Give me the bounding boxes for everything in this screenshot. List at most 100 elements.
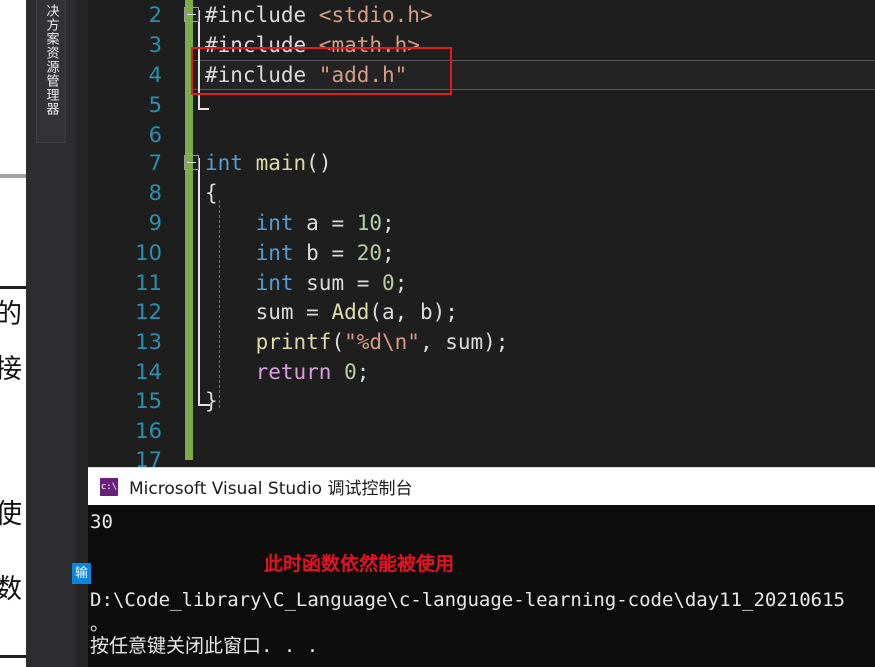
code-token: <stdio.h> [318,3,433,27]
line-number: 4 [148,63,162,87]
code-token: 20 [356,241,383,265]
line-number: 11 [135,271,162,295]
code-token: #include [205,63,319,87]
code-line[interactable]: 13 printf("%d\n", sum); [88,327,875,357]
code-token: } [205,389,218,413]
console-output-line: D:\Code_library\C_Language\c-language-le… [90,589,845,611]
line-number: 5 [148,93,162,117]
code-text: return 0; [205,357,370,387]
code-line[interactable]: 14 return 0; [88,357,875,387]
code-line[interactable]: 15} [88,386,875,416]
solution-explorer-tab-label: 决方案资源管理器 [43,4,59,116]
line-number: 3 [148,33,162,57]
code-text: int b = 20; [205,238,395,268]
code-line[interactable]: 5 [88,90,875,120]
code-text: #include "add.h" [205,60,407,90]
code-token: "add.h" [318,63,408,87]
code-text: #include <math.h> [205,30,420,60]
code-text: #include <stdio.h> [205,0,433,30]
code-token: 10 [356,211,383,235]
background-document-char: 的 [0,300,22,330]
line-number: 2 [148,3,162,27]
background-document-strip [0,0,26,667]
code-token: b = [293,241,357,265]
code-text: int main() [205,148,331,178]
code-token: a = [293,211,357,235]
code-token: main [255,151,307,175]
background-document-char: 使 [0,500,22,530]
line-number: 8 [148,181,162,205]
code-line[interactable]: 12 sum = Add(a, b); [88,297,875,327]
console-icon-glyph: c:\ [100,481,118,492]
code-token: #include [205,33,319,57]
code-token: () [306,151,332,175]
ime-indicator-label: 输 [74,566,88,581]
code-line[interactable]: 16 [88,416,875,446]
solution-explorer-autohide-tab[interactable]: 决方案资源管理器 [36,0,66,143]
line-number: 6 [148,123,162,147]
line-number: 10 [135,241,162,265]
code-text: int sum = 0; [205,268,408,298]
code-line[interactable]: 2 #include <stdio.h> [88,0,875,30]
code-token: 0 [382,271,395,295]
code-token: ; [382,241,395,265]
line-number: 15 [135,389,162,413]
fold-collapse-icon[interactable] [184,7,199,22]
background-document-divider [0,655,26,658]
code-line[interactable]: 7 int main() [88,148,875,178]
code-token: , sum); [419,330,509,354]
code-token: #include [205,3,319,27]
console-output-line: 30 [90,511,113,533]
console-title-label: Microsoft Visual Studio 调试控制台 [129,479,413,499]
background-document-divider [0,174,26,178]
code-token: "%d\n" [344,330,420,354]
console-title-bar[interactable]: c:\ Microsoft Visual Studio 调试控制台 [88,467,875,505]
line-number: 13 [135,330,162,354]
fold-collapse-icon[interactable] [184,155,199,170]
line-number: 14 [135,360,162,384]
console-red-annotation: 此时函数依然能被使用 [264,553,455,575]
code-line[interactable]: 6 [88,120,875,150]
line-number: 12 [135,300,162,324]
code-line[interactable]: 10 int b = 20; [88,238,875,268]
visual-studio-console-icon: c:\ [100,477,118,496]
code-token: int [255,241,294,265]
code-text: { [205,178,218,208]
code-token: sum = [293,271,383,295]
code-token: ( [331,330,345,354]
code-token: sum = [205,300,332,324]
code-line[interactable]: 8{ [88,178,875,208]
code-token: int [255,271,294,295]
debug-console-window[interactable]: c:\ Microsoft Visual Studio 调试控制台 30 D:\C… [88,467,875,667]
code-text: printf("%d\n", sum); [205,327,509,357]
ime-language-indicator[interactable]: 输 [72,563,91,584]
code-token: printf [255,330,332,354]
code-text: } [205,386,218,416]
code-token: return [255,360,332,384]
code-text: int a = 10; [205,208,395,238]
code-token: ; [356,360,370,384]
code-token: { [205,181,218,205]
background-document-char: 接 [0,355,22,385]
code-line[interactable]: 11 int sum = 0; [88,268,875,298]
code-line[interactable]: 9 int a = 10; [88,208,875,238]
line-number: 16 [135,419,162,443]
code-text: sum = Add(a, b); [205,297,458,327]
code-token: (a, b); [369,300,458,324]
code-token: ; [394,271,408,295]
console-output-area[interactable]: 30 D:\Code_library\C_Language\c-language-… [88,505,875,667]
code-line[interactable]: 3 #include <math.h> [88,30,875,60]
code-line[interactable]: 4 #include "add.h" [88,60,875,90]
code-token: int [205,151,243,175]
code-token: int [255,211,294,235]
background-document-divider [0,286,26,289]
code-token: <math.h> [318,33,420,57]
console-output-line: 按任意键关闭此窗口. . . [90,635,319,657]
